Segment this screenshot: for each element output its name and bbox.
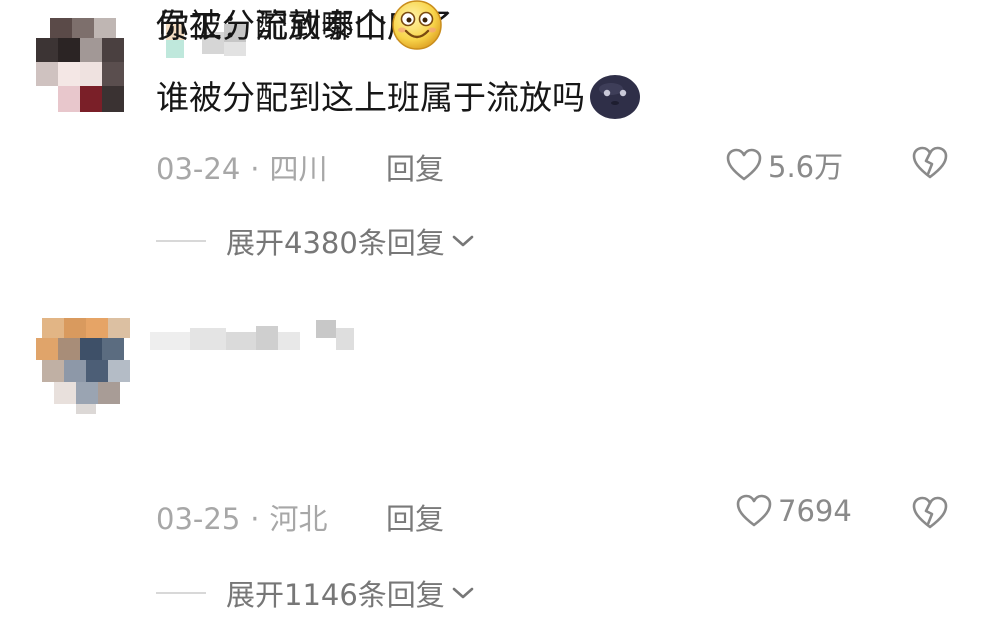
expand-replies-label: 展开1146条回复	[226, 578, 445, 612]
reply-button[interactable]: 回复	[386, 146, 444, 188]
divider-line	[156, 240, 206, 242]
heart-outline-icon	[736, 494, 772, 527]
comment-meta: 03-24 · 四川	[156, 146, 328, 188]
comment-date: 03-24	[156, 152, 241, 186]
broken-heart-icon	[912, 496, 948, 529]
expand-replies[interactable]: 展开1146条回复	[156, 572, 475, 614]
comment-meta: 03-25 · 河北	[156, 496, 328, 538]
chevron-down-icon	[452, 587, 474, 599]
divider-line	[156, 592, 206, 594]
comment-text-line2: 员工：流放泰山	[156, 0, 443, 54]
avatar[interactable]	[36, 318, 132, 414]
username-blurred[interactable]	[150, 318, 370, 358]
separator-dot: ·	[250, 502, 260, 536]
comment-text: 谁被分配到这上班属于流放吗	[156, 72, 641, 126]
comment-location: 四川	[269, 152, 328, 186]
comment-location: 河北	[269, 502, 328, 536]
comment-date: 03-25	[156, 502, 241, 536]
broken-heart-icon	[912, 146, 948, 179]
chevron-down-icon	[452, 235, 474, 247]
expand-replies-label: 展开4380条回复	[226, 226, 445, 260]
avatar[interactable]	[36, 18, 132, 114]
expand-replies[interactable]: 展开4380条回复	[156, 220, 475, 262]
dark-moon-face-emoji	[589, 71, 641, 123]
dislike-button[interactable]	[912, 496, 948, 534]
smiling-face-emoji	[391, 0, 443, 51]
dislike-button[interactable]	[912, 146, 948, 184]
like-button[interactable]: 7694	[736, 494, 852, 528]
separator-dot: ·	[250, 152, 260, 186]
heart-outline-icon	[726, 148, 762, 181]
like-button[interactable]: 5.6万	[726, 144, 843, 186]
like-count: 5.6万	[768, 150, 844, 184]
reply-button[interactable]: 回复	[386, 496, 444, 538]
like-count: 7694	[778, 494, 852, 528]
